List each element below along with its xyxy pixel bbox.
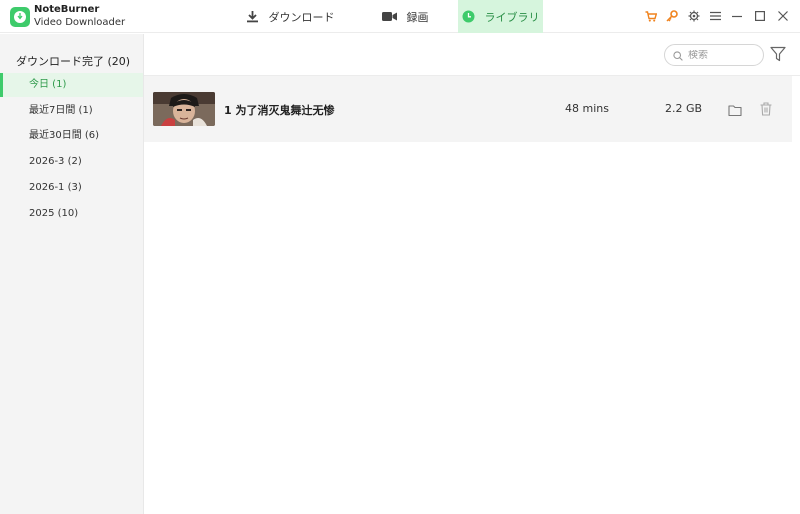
filter-icon[interactable] <box>770 46 786 62</box>
video-duration: 48 mins <box>565 102 609 115</box>
video-row[interactable]: 1 为了消灭鬼舞辻无惨 48 mins 2.2 GB <box>144 76 792 142</box>
video-title: 1 为了消灭鬼舞辻无惨 <box>224 104 335 117</box>
video-size: 2.2 GB <box>665 102 703 115</box>
sidebar-item-2025[interactable]: 2025 (10) <box>0 202 143 226</box>
app-logo-icon <box>10 7 30 27</box>
trash-icon[interactable] <box>760 101 774 116</box>
tab-record-label: 録画 <box>406 10 429 24</box>
cart-icon[interactable] <box>644 9 658 23</box>
menu-icon[interactable] <box>708 9 722 23</box>
close-icon[interactable] <box>776 9 790 23</box>
video-list: 1 为了消灭鬼舞辻无惨 48 mins 2.2 GB <box>144 76 800 514</box>
sidebar-item-2026-1[interactable]: 2026-1 (3) <box>0 176 143 200</box>
search-icon <box>673 46 683 65</box>
main-toolbar <box>144 34 800 76</box>
search-box[interactable] <box>664 44 764 66</box>
sidebar-item-last-30-days[interactable]: 最近30日間 (6) <box>0 124 143 148</box>
sidebar-item-2026-3[interactable]: 2026-3 (2) <box>0 150 143 174</box>
sidebar-item-last-7-days[interactable]: 最近7日間 (1) <box>0 99 143 123</box>
search-input[interactable] <box>688 49 758 61</box>
tab-library-label: ライブラリ <box>484 10 540 24</box>
tab-download-label: ダウンロード <box>268 10 335 24</box>
app-subtitle: Video Downloader <box>34 17 126 28</box>
gear-icon[interactable] <box>687 9 701 23</box>
sidebar-item-today[interactable]: 今日 (1) <box>0 73 143 97</box>
tab-record[interactable]: 録画 <box>360 0 450 33</box>
key-icon[interactable] <box>665 9 679 23</box>
video-thumbnail <box>153 92 215 126</box>
minimize-icon[interactable] <box>730 9 744 23</box>
clock-icon <box>462 10 475 23</box>
tab-library[interactable]: ライブラリ <box>458 0 543 33</box>
app-name: NoteBurner <box>34 4 100 15</box>
sidebar-title: ダウンロード完了 (20) <box>16 55 131 68</box>
folder-icon[interactable] <box>728 102 742 117</box>
video-camera-icon <box>381 11 397 22</box>
download-icon <box>246 10 259 23</box>
tab-download[interactable]: ダウンロード <box>230 0 350 33</box>
sidebar: ダウンロード完了 (20) 今日 (1) 最近7日間 (1) 最近30日間 (6… <box>0 34 144 514</box>
title-bar: NoteBurner Video Downloader ダウンロード 録画 ライ… <box>0 0 800 33</box>
maximize-icon[interactable] <box>753 9 767 23</box>
